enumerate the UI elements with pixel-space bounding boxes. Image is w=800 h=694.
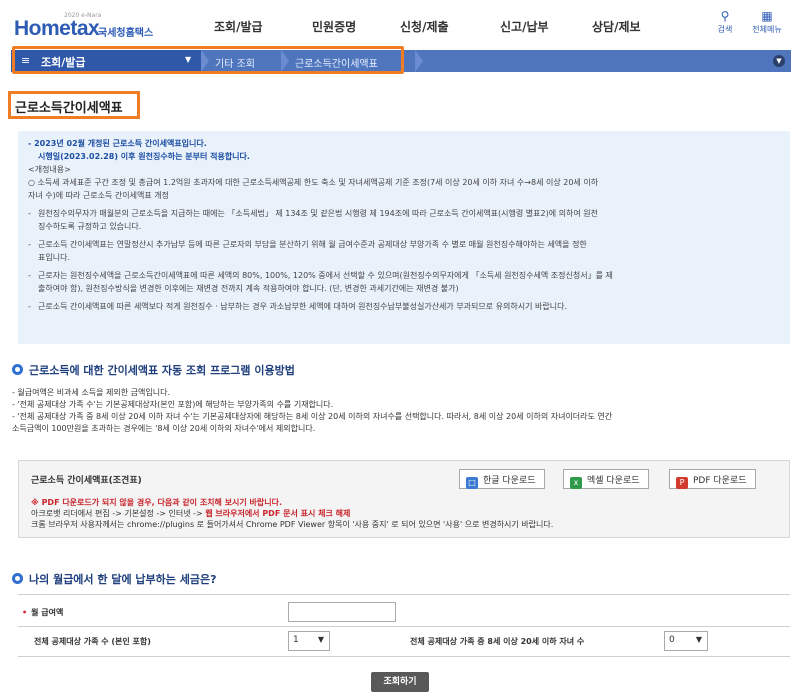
notice-line: - 2023년 02월 개정된 근로소득 간이세액표입니다.: [28, 139, 207, 148]
notice-bullet: 원천징수의무자가 매월분의 근로소득을 지급하는 때에는 「소득세법」 제 13…: [28, 207, 780, 220]
grid-icon: ▦: [761, 9, 773, 23]
page-title: 근로소득간이세액표: [8, 91, 140, 119]
notice-bullet-cont: 징수하도록 규정하고 있습니다.: [38, 222, 142, 231]
usage-line: - '전체 공제대상 가족 수'는 기본공제대상자(본인 포함)에 해당하는 부…: [12, 400, 334, 409]
family-count-select[interactable]: 1 ▼: [288, 631, 330, 651]
breadcrumb-item-other-inquiry[interactable]: 기타 조회: [215, 55, 255, 70]
section-usage-title: 근로소득에 대한 간이세액표 자동 조회 프로그램 이용방법: [29, 364, 295, 377]
pdf-note-line: 아크로뱃 리더에서 편집 -> 기본설정 -> 인터넷 -> 웹 브라우저에서 …: [31, 508, 553, 519]
pdf-download-label: PDF 다운로드: [693, 476, 747, 486]
section-usage-heading: 근로소득에 대한 간이세액표 자동 조회 프로그램 이용방법: [12, 362, 295, 378]
pdf-note-line: 크롬 브라우저 사용자께서는 chrome://plugins 로 들어가셔서 …: [31, 520, 554, 529]
hwp-file-icon: □: [466, 477, 478, 489]
notice-line: ○ 소득세 과세표준 구간 조정 및 총급여 1.2억원 초과자에 대한 근로소…: [28, 178, 599, 187]
family-count-label: 전체 공제대상 가족 수 (본인 포함): [34, 637, 151, 646]
usage-description: - 월급여액은 비과세 소득을 제외한 금액입니다. - '전체 공제대상 가족…: [12, 387, 792, 435]
pdf-download-button[interactable]: P PDF 다운로드: [669, 469, 756, 489]
notice-box: - 2023년 02월 개정된 근로소득 간이세액표입니다. 시행일(2023.…: [18, 131, 790, 344]
chevron-down-icon: ▼: [317, 635, 324, 644]
breadcrumb-bar: ≡ 조회/발급 ▼ 기타 조회 근로소득간이세액표 ▼: [11, 50, 791, 72]
nav-report-pay[interactable]: 신고/납부: [500, 18, 549, 35]
search-button[interactable]: ⚲ 검색: [710, 10, 740, 35]
salary-input[interactable]: [288, 602, 396, 622]
breadcrumb-main-menu[interactable]: ≡ 조회/발급 ▼: [11, 50, 201, 72]
hometax-logo[interactable]: 2020 e-Nara Hometax 국세청홈택스: [14, 8, 164, 42]
nav-civil-certificate[interactable]: 민원증명: [312, 18, 356, 35]
site-header: 2020 e-Nara Hometax 국세청홈택스 조회/발급 민원증명 신청…: [0, 0, 800, 50]
collapse-icon[interactable]: ▼: [773, 55, 785, 67]
usage-line: 소득금액이 100만원을 초과하는 경우에는 '8세 이상 20세 이하의 자녀…: [12, 424, 316, 433]
section-bullet-icon: [12, 573, 23, 584]
usage-line: - '전체 공제대상 가족 중 8세 이상 20세 이하 자녀 수'는 기본공제…: [12, 412, 613, 421]
section-tax-calc-title: 나의 월급에서 한 달에 납부하는 세금은?: [29, 573, 217, 586]
pdf-note-heading: ※ PDF 다운로드가 되지 않을 경우, 다음과 같이 조치해 보시기 바랍니…: [31, 498, 283, 507]
submit-button[interactable]: 조회하기: [371, 672, 429, 692]
search-label: 검색: [717, 25, 733, 34]
chevron-down-icon: ▼: [185, 55, 192, 64]
notice-line: 자녀 수)에 따라 근로소득 간이세액표 개정: [28, 191, 169, 200]
breadcrumb-separator: [201, 50, 209, 72]
nav-consult-report[interactable]: 상담/제보: [592, 18, 641, 35]
breadcrumb-separator: [281, 50, 289, 72]
form-divider: [18, 656, 790, 657]
hamburger-icon: ≡: [21, 54, 31, 67]
usage-line: - 월급여액은 비과세 소득을 제외한 금액입니다.: [12, 388, 170, 397]
pdf-note-emphasis: 웹 브라우저에서 PDF 문서 표시 체크 해제: [205, 509, 351, 518]
excel-file-icon: x: [570, 477, 582, 489]
family-count-value: 1: [293, 635, 299, 645]
download-title: 근로소득 간이세액표(조견표): [31, 476, 142, 486]
hwp-download-label: 한글 다운로드: [483, 476, 536, 486]
notice-bullet: 근로자는 원천징수세액을 근로소득간이세액표에 따른 세액의 80%, 100%…: [28, 269, 780, 282]
notice-bullet: 근로소득 간이세액표는 연말정산시 추가납부 등에 따른 근로자의 부담을 분산…: [28, 238, 780, 251]
excel-download-button[interactable]: x 엑셀 다운로드: [563, 469, 649, 489]
full-menu-button[interactable]: ▦ 전체메뉴: [752, 10, 782, 35]
section-tax-calc-heading: 나의 월급에서 한 달에 납부하는 세금은?: [12, 571, 216, 587]
salary-label: • 월 급여액: [22, 608, 64, 617]
notice-line: 시행일(2023.02.28) 이후 원천징수하는 분부터 적용합니다.: [38, 152, 250, 161]
pdf-note-text: 아크로뱃 리더에서 편집 -> 기본설정 -> 인터넷 ->: [31, 509, 206, 518]
search-icon: ⚲: [720, 9, 730, 23]
form-divider: [18, 594, 790, 595]
download-box: 근로소득 간이세액표(조견표) □ 한글 다운로드 x 엑셀 다운로드 P PDF 다…: [18, 460, 790, 538]
notice-bullet-cont: 표입니다.: [38, 253, 70, 262]
chevron-down-icon: ▼: [695, 635, 702, 644]
section-bullet-icon: [12, 364, 23, 375]
nav-apply-submit[interactable]: 신청/제출: [400, 18, 449, 35]
hwp-download-button[interactable]: □ 한글 다운로드: [459, 469, 545, 489]
full-menu-label: 전체메뉴: [752, 25, 782, 34]
breadcrumb-item-current[interactable]: 근로소득간이세액표: [295, 55, 378, 70]
pdf-troubleshoot-note: ※ PDF 다운로드가 되지 않을 경우, 다음과 같이 조치해 보시기 바랍니…: [31, 497, 553, 530]
nav-inquiry-issue[interactable]: 조회/발급: [214, 18, 263, 35]
breadcrumb-main-label: 조회/발급: [41, 56, 86, 69]
logo-brand: Hometax: [14, 17, 100, 40]
children-count-label: 전체 공제대상 가족 중 8세 이상 20세 이하 자녀 수: [410, 637, 585, 646]
excel-download-label: 엑셀 다운로드: [587, 476, 640, 486]
children-count-select[interactable]: 0 ▼: [664, 631, 708, 651]
notice-bullet-cont: 출하여야 함), 원천징수방식을 변경한 이후에는 재변경 전까지 계속 적용하…: [38, 284, 459, 293]
children-count-value: 0: [669, 635, 675, 645]
pdf-file-icon: P: [676, 477, 688, 489]
notice-line: <개정내용>: [28, 165, 71, 174]
logo-subtitle: 국세청홈택스: [98, 28, 154, 39]
notice-bullet: 근로소득 간이세액표에 따른 세액보다 적게 원천징수 · 납부하는 경우 과소…: [28, 300, 780, 313]
form-divider: [18, 626, 790, 627]
breadcrumb-separator: [415, 50, 423, 72]
